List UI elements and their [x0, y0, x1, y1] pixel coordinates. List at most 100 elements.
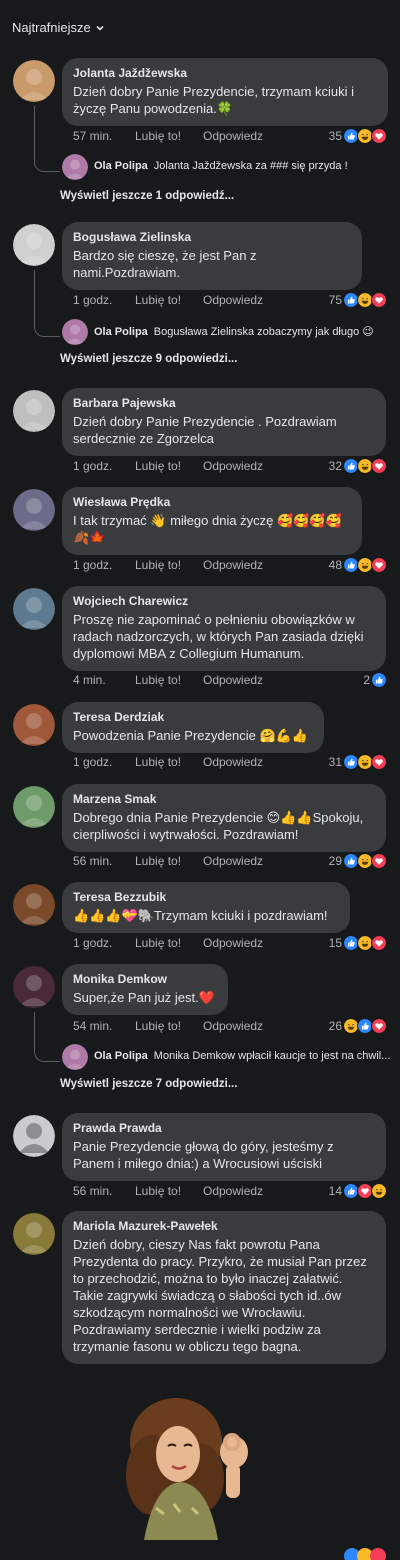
chevron-down-icon	[96, 25, 104, 31]
comment-time[interactable]: 1 godz.	[73, 755, 135, 769]
reaction-summary[interactable]: 15	[329, 934, 387, 952]
comment-time[interactable]: 56 min.	[73, 854, 135, 868]
reply-preview[interactable]: Ola Polipa Monika Demkow wpłacił kaucje t…	[94, 1050, 394, 1062]
love-reaction-icon	[371, 292, 387, 308]
comment-meta: 1 godz. Lubię to! Odpowiedz	[73, 291, 263, 309]
comment-bubble: Prawda Prawda Panie Prezydencie głową do …	[62, 1113, 386, 1181]
reaction-summary[interactable]: 75	[329, 291, 387, 309]
reaction-summary[interactable]: 32	[329, 457, 387, 475]
comment-avatar[interactable]	[13, 1115, 55, 1157]
like-button[interactable]: Lubię to!	[135, 936, 203, 950]
comment-text: Dzień dobry, cieszy Nas fakt powrotu Pan…	[73, 1237, 367, 1354]
reply-preview[interactable]: Ola Polipa Bogusława Zielinska zobaczymy …	[94, 325, 394, 338]
reply-thread-line	[34, 106, 60, 172]
commenter-name[interactable]: Monika Demkow	[73, 971, 216, 987]
reply-button[interactable]: Odpowiedz	[203, 854, 263, 868]
comment-bubble: Wiesława Prędka I tak trzymać 👋 miłego dn…	[62, 487, 362, 555]
reply-button[interactable]: Odpowiedz	[203, 558, 263, 572]
comment-avatar[interactable]	[13, 1213, 55, 1255]
reply-avatar[interactable]	[62, 319, 88, 345]
reply-button[interactable]: Odpowiedz	[203, 936, 263, 950]
comment-time[interactable]: 54 min.	[73, 1019, 135, 1033]
comment-avatar[interactable]	[13, 884, 55, 926]
comment-time[interactable]: 1 godz.	[73, 293, 135, 307]
view-more-replies-link[interactable]: Wyświetl jeszcze 9 odpowiedzi...	[60, 353, 237, 365]
like-button[interactable]: Lubię to!	[135, 293, 203, 307]
reply-button[interactable]: Odpowiedz	[203, 673, 263, 687]
reaction-count: 29	[328, 854, 342, 868]
love-reaction-icon	[371, 853, 387, 869]
like-button[interactable]: Lubię to!	[135, 558, 203, 572]
comment-avatar[interactable]	[13, 60, 55, 102]
reaction-summary[interactable]: 29	[329, 852, 387, 870]
reply-button[interactable]: Odpowiedz	[203, 1019, 263, 1033]
like-button[interactable]: Lubię to!	[135, 1184, 203, 1198]
comment-bubble: Jolanta Jaždžewska Dzień dobry Panie Prez…	[62, 58, 388, 126]
view-more-replies-link[interactable]: Wyświetl jeszcze 7 odpowiedzi...	[60, 1078, 237, 1090]
sort-dropdown[interactable]: Najtrafniejsze	[12, 20, 105, 35]
comment-time[interactable]: 4 min.	[73, 673, 135, 687]
like-button[interactable]: Lubię to!	[135, 1019, 203, 1033]
love-reaction-icon	[371, 1018, 387, 1034]
comment-time[interactable]: 56 min.	[73, 1184, 135, 1198]
commenter-name[interactable]: Wojciech Charewicz	[73, 593, 374, 609]
commenter-name[interactable]: Wiesława Prędka	[73, 494, 350, 510]
like-button[interactable]: Lubię to!	[135, 673, 203, 687]
reply-avatar[interactable]	[62, 154, 88, 180]
reaction-summary[interactable]: 14	[329, 1182, 387, 1200]
like-button[interactable]: Lubię to!	[135, 129, 203, 143]
commenter-name[interactable]: Mariola Mazurek-Pawełek	[73, 1218, 374, 1234]
comment-bubble: Monika Demkow Super,że Pan już jest.❤️	[62, 964, 228, 1015]
reply-avatar[interactable]	[62, 1044, 88, 1070]
comment-text: Powodzenia Panie Prezydencie 🤗💪👍	[73, 728, 309, 743]
comment-avatar[interactable]	[13, 786, 55, 828]
reaction-summary[interactable]: 2	[363, 671, 387, 689]
sort-label: Najtrafniejsze	[12, 20, 91, 35]
comment-avatar[interactable]	[13, 588, 55, 630]
reaction-count: 14	[328, 1184, 342, 1198]
comment-meta: 1 godz. Lubię to! Odpowiedz	[73, 753, 263, 771]
comment-meta: 54 min. Lubię to! Odpowiedz	[73, 1017, 263, 1035]
reaction-summary[interactable]: 35	[329, 127, 387, 145]
reply-text: Monika Demkow wpłacił kaucje to jest na …	[153, 1050, 391, 1062]
comment-bubble: Mariola Mazurek-Pawełek Dzień dobry, cies…	[62, 1211, 386, 1364]
commenter-name[interactable]: Prawda Prawda	[73, 1120, 374, 1136]
reply-preview[interactable]: Ola Polipa Jolanta Jaždžewska za ### się …	[94, 160, 394, 172]
reaction-summary[interactable]: 48	[329, 556, 387, 574]
reaction-count: 2	[363, 673, 370, 687]
view-more-replies-link[interactable]: Wyświetl jeszcze 1 odpowiedź...	[60, 190, 234, 202]
comment-avatar[interactable]	[13, 489, 55, 531]
comment-text: 👍👍👍💝🐘Trzymam kciuki i pozdrawiam!	[73, 908, 328, 923]
commenter-name[interactable]: Jolanta Jaždžewska	[73, 65, 376, 81]
comment-avatar[interactable]	[13, 704, 55, 746]
comment-text: I tak trzymać 👋 miłego dnia życzę 🥰🥰🥰🥰🍂🍁	[73, 513, 342, 545]
reply-button[interactable]: Odpowiedz	[203, 459, 263, 473]
commenter-name[interactable]: Marzena Smak	[73, 791, 374, 807]
reaction-summary[interactable]: 31	[329, 753, 387, 771]
like-button[interactable]: Lubię to!	[135, 459, 203, 473]
comment-meta: 57 min. Lubię to! Odpowiedz	[73, 127, 263, 145]
comment-avatar[interactable]	[13, 966, 55, 1008]
comment-bubble: Bogusława Zielinska Bardzo się cieszę, że…	[62, 222, 362, 290]
commenter-name[interactable]: Bogusława Zielinska	[73, 229, 350, 245]
comment-time[interactable]: 1 godz.	[73, 936, 135, 950]
reply-button[interactable]: Odpowiedz	[203, 755, 263, 769]
reply-text: Bogusława Zielinska zobaczymy jak długo …	[153, 326, 374, 338]
like-button[interactable]: Lubię to!	[135, 755, 203, 769]
like-button[interactable]: Lubię to!	[135, 854, 203, 868]
reply-button[interactable]: Odpowiedz	[203, 293, 263, 307]
comment-avatar[interactable]	[13, 224, 55, 266]
commenter-name[interactable]: Barbara Pajewska	[73, 395, 374, 411]
reply-button[interactable]: Odpowiedz	[203, 129, 263, 143]
commenter-name[interactable]: Teresa Bezzubik	[73, 889, 338, 905]
comment-text: Dzień dobry Panie Prezydencie . Pozdrawi…	[73, 414, 337, 446]
comment-bubble: Marzena Smak Dobrego dnia Panie Prezydenc…	[62, 784, 386, 852]
comment-time[interactable]: 57 min.	[73, 129, 135, 143]
comment-avatar[interactable]	[13, 390, 55, 432]
commenter-name[interactable]: Teresa Derdziak	[73, 709, 312, 725]
comment-time[interactable]: 1 godz.	[73, 459, 135, 473]
reply-button[interactable]: Odpowiedz	[203, 1184, 263, 1198]
comment-time[interactable]: 1 godz.	[73, 558, 135, 572]
reaction-summary[interactable]: 26	[329, 1017, 387, 1035]
reaction-count: 48	[328, 558, 342, 572]
